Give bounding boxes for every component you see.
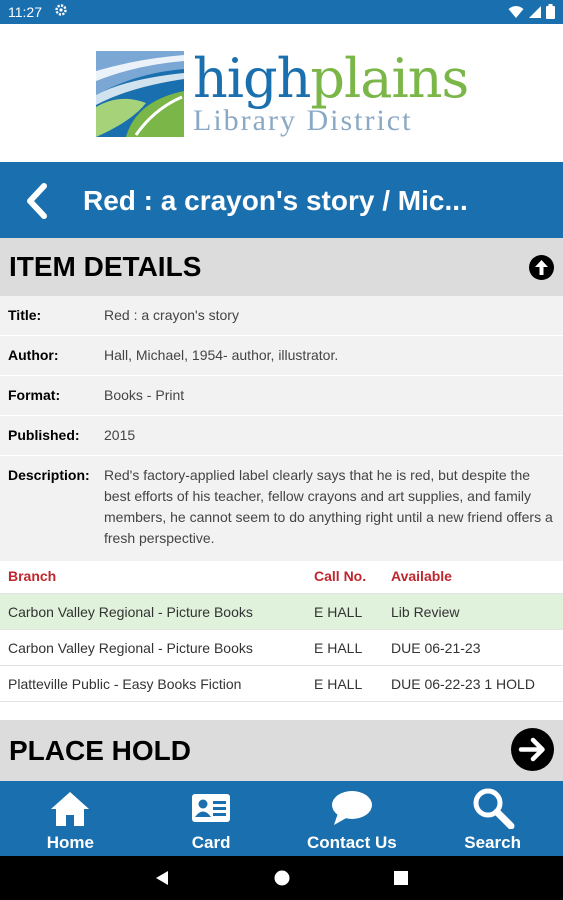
page-title: Red : a crayon's story / Mic... — [83, 185, 468, 216]
available-cell: DUE 06-22-23 1 HOLD — [391, 675, 535, 692]
app-title-bar: Red : a crayon's story / Mic... — [0, 162, 563, 238]
chat-icon — [331, 791, 372, 825]
detail-label: Format: — [8, 387, 61, 403]
detail-row-author: Author: Hall, Michael, 1954- author, ill… — [0, 336, 563, 376]
branch-cell: Platteville Public - Easy Books Fiction — [8, 675, 242, 692]
card-icon — [192, 794, 231, 822]
nav-search-label: Search — [464, 833, 521, 852]
battery-icon — [546, 4, 555, 19]
holdings-header-row: Branch Call No. Available — [0, 558, 563, 594]
detail-value: Red's factory-applied label clearly says… — [104, 467, 553, 546]
gear-icon — [55, 4, 67, 16]
item-details-heading: ITEM DETAILS — [9, 251, 202, 282]
nav-home[interactable]: Home — [0, 781, 141, 856]
call-no-cell: E HALL — [314, 639, 363, 656]
status-bar: 11:27 — [0, 0, 563, 24]
branch-cell: Carbon Valley Regional - Picture Books — [8, 639, 253, 656]
nav-contact-us[interactable]: Contact Us — [282, 781, 423, 856]
available-cell: DUE 06-21-23 — [391, 639, 481, 656]
system-recents-icon[interactable] — [394, 871, 408, 885]
signal-icon — [529, 5, 541, 18]
status-time: 11:27 — [8, 4, 42, 20]
search-icon — [473, 788, 515, 829]
place-hold-heading: PLACE HOLD — [9, 735, 191, 766]
table-row: Carbon Valley Regional - Picture Books E… — [0, 630, 563, 666]
detail-label: Author: — [8, 347, 59, 363]
detail-value: Hall, Michael, 1954- author, illustrator… — [104, 347, 339, 363]
detail-row-format: Format: Books - Print — [0, 376, 563, 416]
back-arrow-icon[interactable] — [22, 182, 52, 220]
system-home-icon[interactable] — [274, 870, 290, 886]
system-navigation-bar — [0, 856, 563, 900]
branch-cell: Carbon Valley Regional - Picture Books — [8, 603, 253, 620]
detail-row-published: Published: 2015 — [0, 416, 563, 456]
place-hold-button[interactable]: PLACE HOLD — [0, 720, 563, 781]
collapse-up-arrow-icon[interactable] — [529, 255, 554, 280]
nav-card[interactable]: Card — [141, 781, 282, 856]
call-no-cell: E HALL — [314, 603, 363, 620]
detail-label: Description: — [8, 467, 90, 483]
wifi-icon — [508, 5, 524, 18]
detail-value: Red : a crayon's story — [104, 307, 239, 323]
system-back-icon[interactable] — [155, 870, 169, 886]
detail-value: 2015 — [104, 427, 136, 443]
detail-label: Title: — [8, 307, 42, 323]
nav-search[interactable]: Search — [422, 781, 563, 856]
column-header-branch: Branch — [8, 567, 57, 584]
logo-word-high: high — [193, 47, 311, 110]
table-row: Carbon Valley Regional - Picture Books E… — [0, 594, 563, 630]
item-details-list: Title: Red : a crayon's story Author: Ha… — [0, 296, 563, 562]
call-no-cell: E HALL — [314, 675, 363, 692]
bottom-navigation: Home Card Contact Us Search — [0, 781, 563, 856]
nav-home-label: Home — [46, 833, 94, 852]
column-header-call-no: Call No. — [314, 567, 367, 584]
library-logo-icon — [96, 51, 184, 137]
logo-word-plains: plains — [310, 47, 469, 110]
detail-row-description: Description: Red's factory-applied label… — [0, 456, 563, 562]
holdings-table: Branch Call No. Available Carbon Valley … — [0, 558, 563, 702]
home-icon — [51, 792, 90, 826]
nav-card-label: Card — [191, 833, 231, 852]
logo-wordmark: highplains — [193, 47, 469, 110]
library-logo-header: highplains Library District — [0, 24, 563, 162]
item-details-header[interactable]: ITEM DETAILS — [0, 238, 563, 296]
logo-subtitle: Library District — [193, 104, 413, 137]
table-row: Platteville Public - Easy Books Fiction … — [0, 666, 563, 702]
arrow-right-circle-icon[interactable] — [511, 728, 554, 771]
column-header-available: Available — [391, 567, 452, 584]
available-cell: Lib Review — [391, 603, 460, 620]
nav-contact-us-label: Contact Us — [307, 833, 397, 852]
detail-label: Published: — [8, 427, 80, 443]
detail-value: Books - Print — [104, 387, 185, 403]
detail-row-title: Title: Red : a crayon's story — [0, 296, 563, 336]
